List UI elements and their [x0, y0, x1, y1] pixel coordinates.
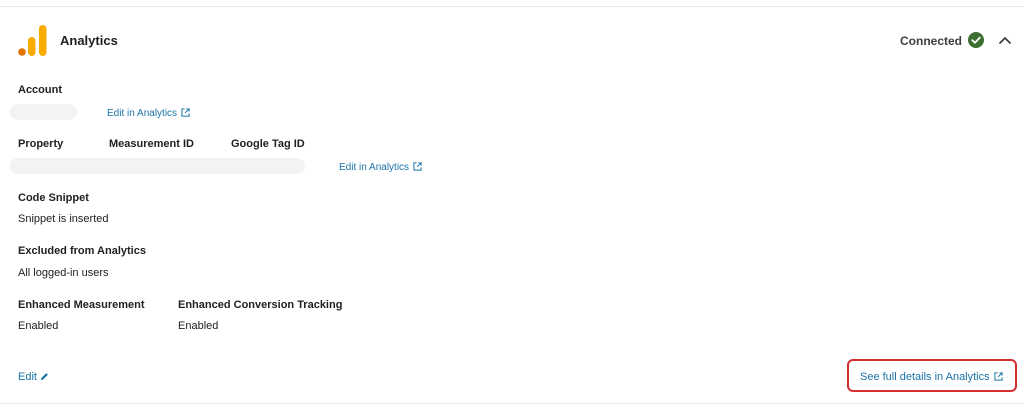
pencil-icon [40, 373, 48, 381]
external-link-icon [413, 162, 422, 171]
connection-status: Connected [900, 34, 963, 48]
check-circle-icon [968, 32, 984, 48]
see-full-details-label: See full details in Analytics [860, 371, 990, 383]
account-value-placeholder [10, 104, 77, 120]
enhanced-conversion-label: Enhanced Conversion Tracking [178, 299, 343, 311]
analytics-card-header: Analytics Connected [0, 0, 1024, 80]
property-value-placeholder [10, 158, 305, 174]
account-edit-link[interactable]: Edit in Analytics [107, 108, 190, 119]
card-title: Analytics [60, 33, 118, 48]
see-full-details-link[interactable]: See full details in Analytics [860, 371, 1003, 383]
google-analytics-logo [18, 25, 47, 56]
google-tag-id-label: Google Tag ID [231, 138, 305, 150]
excluded-label: Excluded from Analytics [18, 245, 146, 257]
excluded-value: All logged-in users [18, 267, 109, 279]
enhanced-measurement-label: Enhanced Measurement [18, 299, 145, 311]
enhanced-measurement-value: Enabled [18, 320, 59, 332]
property-edit-link-label: Edit in Analytics [339, 162, 410, 173]
account-edit-link-label: Edit in Analytics [107, 108, 178, 119]
code-snippet-label: Code Snippet [18, 192, 89, 204]
edit-button-label: Edit [18, 371, 37, 383]
bottom-divider [0, 403, 1024, 404]
external-link-icon [994, 372, 1003, 381]
code-snippet-value: Snippet is inserted [18, 213, 109, 225]
enhanced-conversion-value: Enabled [178, 320, 219, 332]
edit-button[interactable]: Edit [18, 371, 49, 383]
property-label: Property [18, 138, 64, 150]
external-link-icon [181, 108, 190, 117]
account-label: Account [18, 84, 62, 96]
chevron-up-icon[interactable] [998, 35, 1012, 45]
property-edit-link[interactable]: Edit in Analytics [339, 162, 422, 173]
measurement-id-label: Measurement ID [109, 138, 194, 150]
